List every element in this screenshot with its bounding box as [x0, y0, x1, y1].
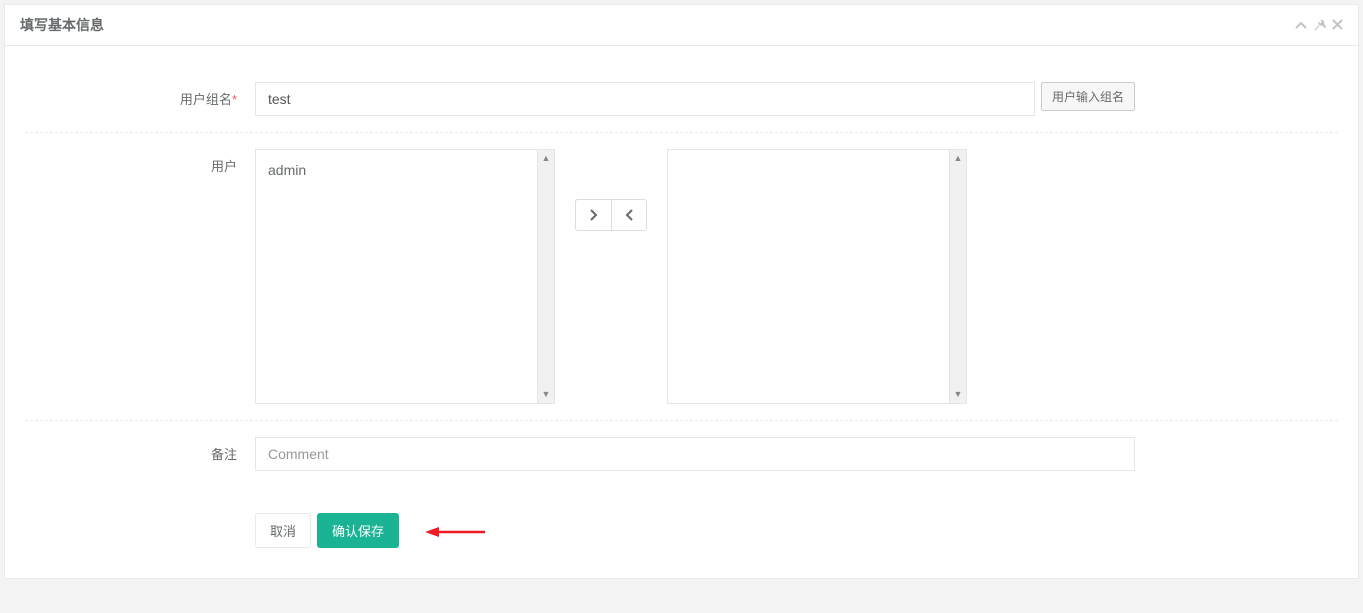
dual-listbox: admin ▲ ▼ [255, 149, 967, 404]
scrollbar[interactable]: ▲ ▼ [537, 150, 554, 403]
row-users: 用户 admin ▲ ▼ [25, 133, 1338, 421]
label-comment: 备注 [25, 437, 255, 463]
comment-input[interactable] [255, 437, 1135, 471]
move-right-button[interactable] [575, 199, 611, 231]
scroll-up-icon[interactable]: ▲ [538, 150, 554, 167]
panel-heading: 填写基本信息 [5, 5, 1358, 46]
row-group-name: 用户组名* 用户输入组名 [25, 66, 1338, 133]
scroll-down-icon[interactable]: ▼ [950, 386, 966, 403]
panel-title: 填写基本信息 [20, 15, 104, 35]
panel-tools [1295, 18, 1343, 33]
label-group-name: 用户组名* [25, 82, 255, 108]
close-icon[interactable] [1332, 19, 1343, 32]
list-item[interactable]: admin [268, 158, 525, 182]
basic-info-panel: 填写基本信息 用户组名* 用户输入组名 用户 [4, 4, 1359, 579]
selected-users-listbox[interactable]: ▲ ▼ [667, 149, 967, 404]
panel-body: 用户组名* 用户输入组名 用户 admin ▲ ▼ [5, 46, 1358, 578]
transfer-controls [575, 199, 647, 231]
cancel-button[interactable]: 取消 [255, 513, 311, 548]
chevron-right-icon [590, 209, 598, 221]
scrollbar[interactable]: ▲ ▼ [949, 150, 966, 403]
available-users-listbox[interactable]: admin ▲ ▼ [255, 149, 555, 404]
label-group-name-text: 用户组名 [180, 92, 232, 107]
collapse-icon[interactable] [1295, 19, 1307, 32]
wrench-icon[interactable] [1313, 18, 1326, 33]
scroll-up-icon[interactable]: ▲ [950, 150, 966, 167]
arrow-annotation [425, 525, 485, 537]
move-left-button[interactable] [611, 199, 647, 231]
required-mark: * [232, 92, 237, 107]
label-users: 用户 [25, 149, 255, 175]
chevron-left-icon [625, 209, 633, 221]
scroll-down-icon[interactable]: ▼ [538, 386, 554, 403]
group-name-input[interactable] [255, 82, 1035, 116]
form-actions: 取消 确认保存 [25, 487, 1338, 548]
save-button[interactable]: 确认保存 [317, 513, 399, 548]
row-comment: 备注 [25, 421, 1338, 487]
group-name-hint: 用户输入组名 [1041, 82, 1135, 111]
